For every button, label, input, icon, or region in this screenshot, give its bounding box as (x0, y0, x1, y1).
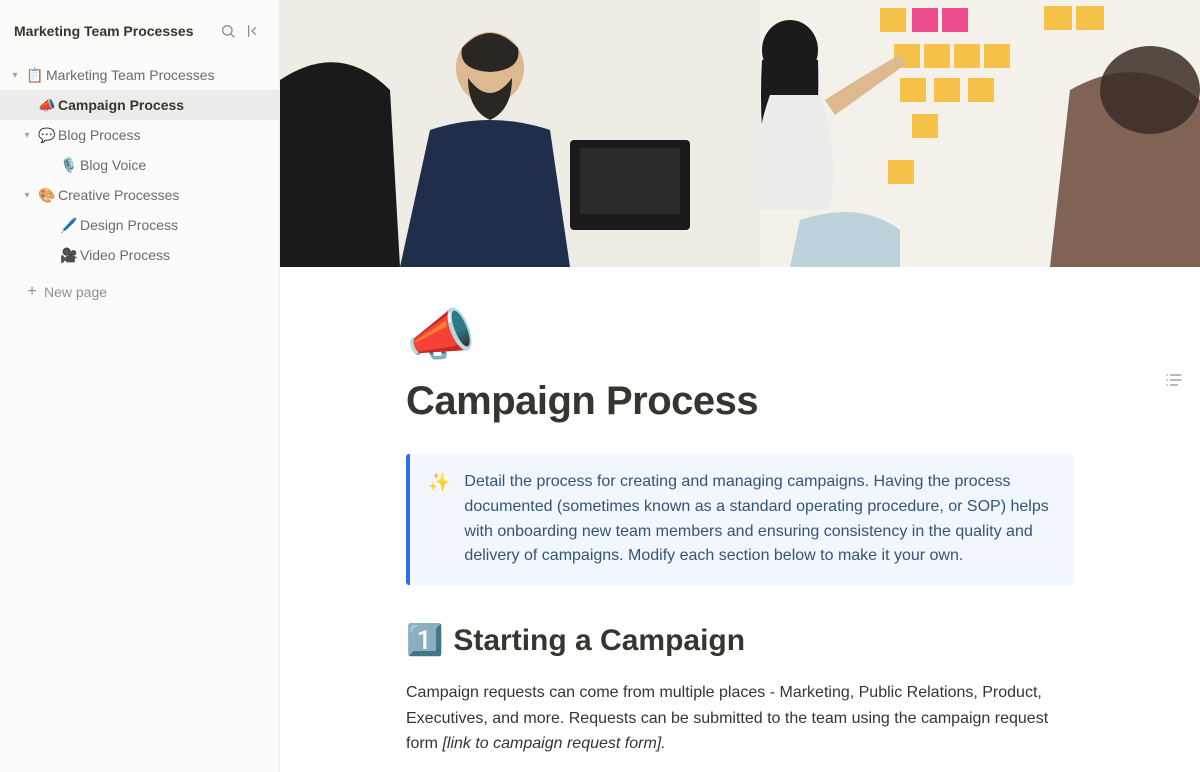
page-tree: ▾ 📋 Marketing Team Processes 📣 Campaign … (0, 60, 279, 308)
cover-image[interactable] (280, 0, 1200, 267)
new-page-button[interactable]: + New page (0, 276, 279, 308)
caret-down-icon[interactable]: ▾ (6, 70, 24, 81)
sidebar-item-label: Campaign Process (58, 97, 269, 113)
sidebar-item-label: Blog Voice (80, 157, 269, 173)
search-icon[interactable] (217, 20, 239, 42)
callout-block[interactable]: ✨ Detail the process for creating and ma… (406, 454, 1074, 585)
main-content: 📣 Campaign Process ✨ Detail the process … (280, 0, 1200, 772)
sidebar-item-label: Creative Processes (58, 187, 269, 203)
caret-down-icon[interactable]: ▾ (18, 190, 36, 201)
sidebar-item-label: Blog Process (58, 127, 269, 143)
pen-icon: 🖊️ (58, 217, 80, 234)
camera-icon: 🎥 (58, 247, 80, 264)
page-body: 📣 Campaign Process ✨ Detail the process … (390, 307, 1090, 772)
sparkle-icon: ✨ (428, 470, 450, 569)
sidebar-item-design-process[interactable]: 🖊️ Design Process (0, 210, 279, 240)
sidebar-item-video-process[interactable]: 🎥 Video Process (0, 240, 279, 270)
callout-text: Detail the process for creating and mana… (464, 470, 1056, 569)
workspace-title[interactable]: Marketing Team Processes (14, 23, 213, 39)
page-title[interactable]: Campaign Process (406, 379, 1074, 424)
sidebar-item-campaign-process[interactable]: 📣 Campaign Process (0, 90, 279, 120)
collapse-sidebar-icon[interactable] (243, 20, 265, 42)
caret-down-icon[interactable]: ▾ (18, 130, 36, 141)
megaphone-icon: 📣 (36, 97, 58, 114)
palette-icon: 🎨 (36, 187, 58, 204)
table-of-contents-icon[interactable] (1164, 370, 1184, 395)
sidebar-item-label: Design Process (80, 217, 269, 233)
sidebar: Marketing Team Processes ▾ 📋 Marketing T… (0, 0, 280, 772)
sidebar-item-label: Marketing Team Processes (46, 67, 269, 83)
sidebar-item-label: Video Process (80, 247, 269, 263)
clipboard-icon: 📋 (24, 67, 46, 84)
paragraph[interactable]: Campaign requests can come from multiple… (406, 680, 1074, 757)
sidebar-header: Marketing Team Processes (0, 8, 279, 60)
section-heading-starting-a-campaign[interactable]: 1️⃣ Starting a Campaign (406, 623, 1074, 658)
page-icon[interactable]: 📣 (406, 307, 1074, 363)
paragraph-link-placeholder: [link to campaign request form]. (442, 735, 665, 752)
speech-bubble-icon: 💬 (36, 127, 58, 144)
sidebar-item-blog-voice[interactable]: 🎙️ Blog Voice (0, 150, 279, 180)
microphone-icon: 🎙️ (58, 157, 80, 174)
keycap-one-icon: 1️⃣ (406, 623, 443, 658)
section-heading-text: Starting a Campaign (453, 624, 745, 658)
plus-icon: + (22, 284, 42, 300)
sidebar-item-marketing-team-processes[interactable]: ▾ 📋 Marketing Team Processes (0, 60, 279, 90)
sidebar-item-blog-process[interactable]: ▾ 💬 Blog Process (0, 120, 279, 150)
sidebar-item-creative-processes[interactable]: ▾ 🎨 Creative Processes (0, 180, 279, 210)
new-page-label: New page (44, 284, 107, 300)
